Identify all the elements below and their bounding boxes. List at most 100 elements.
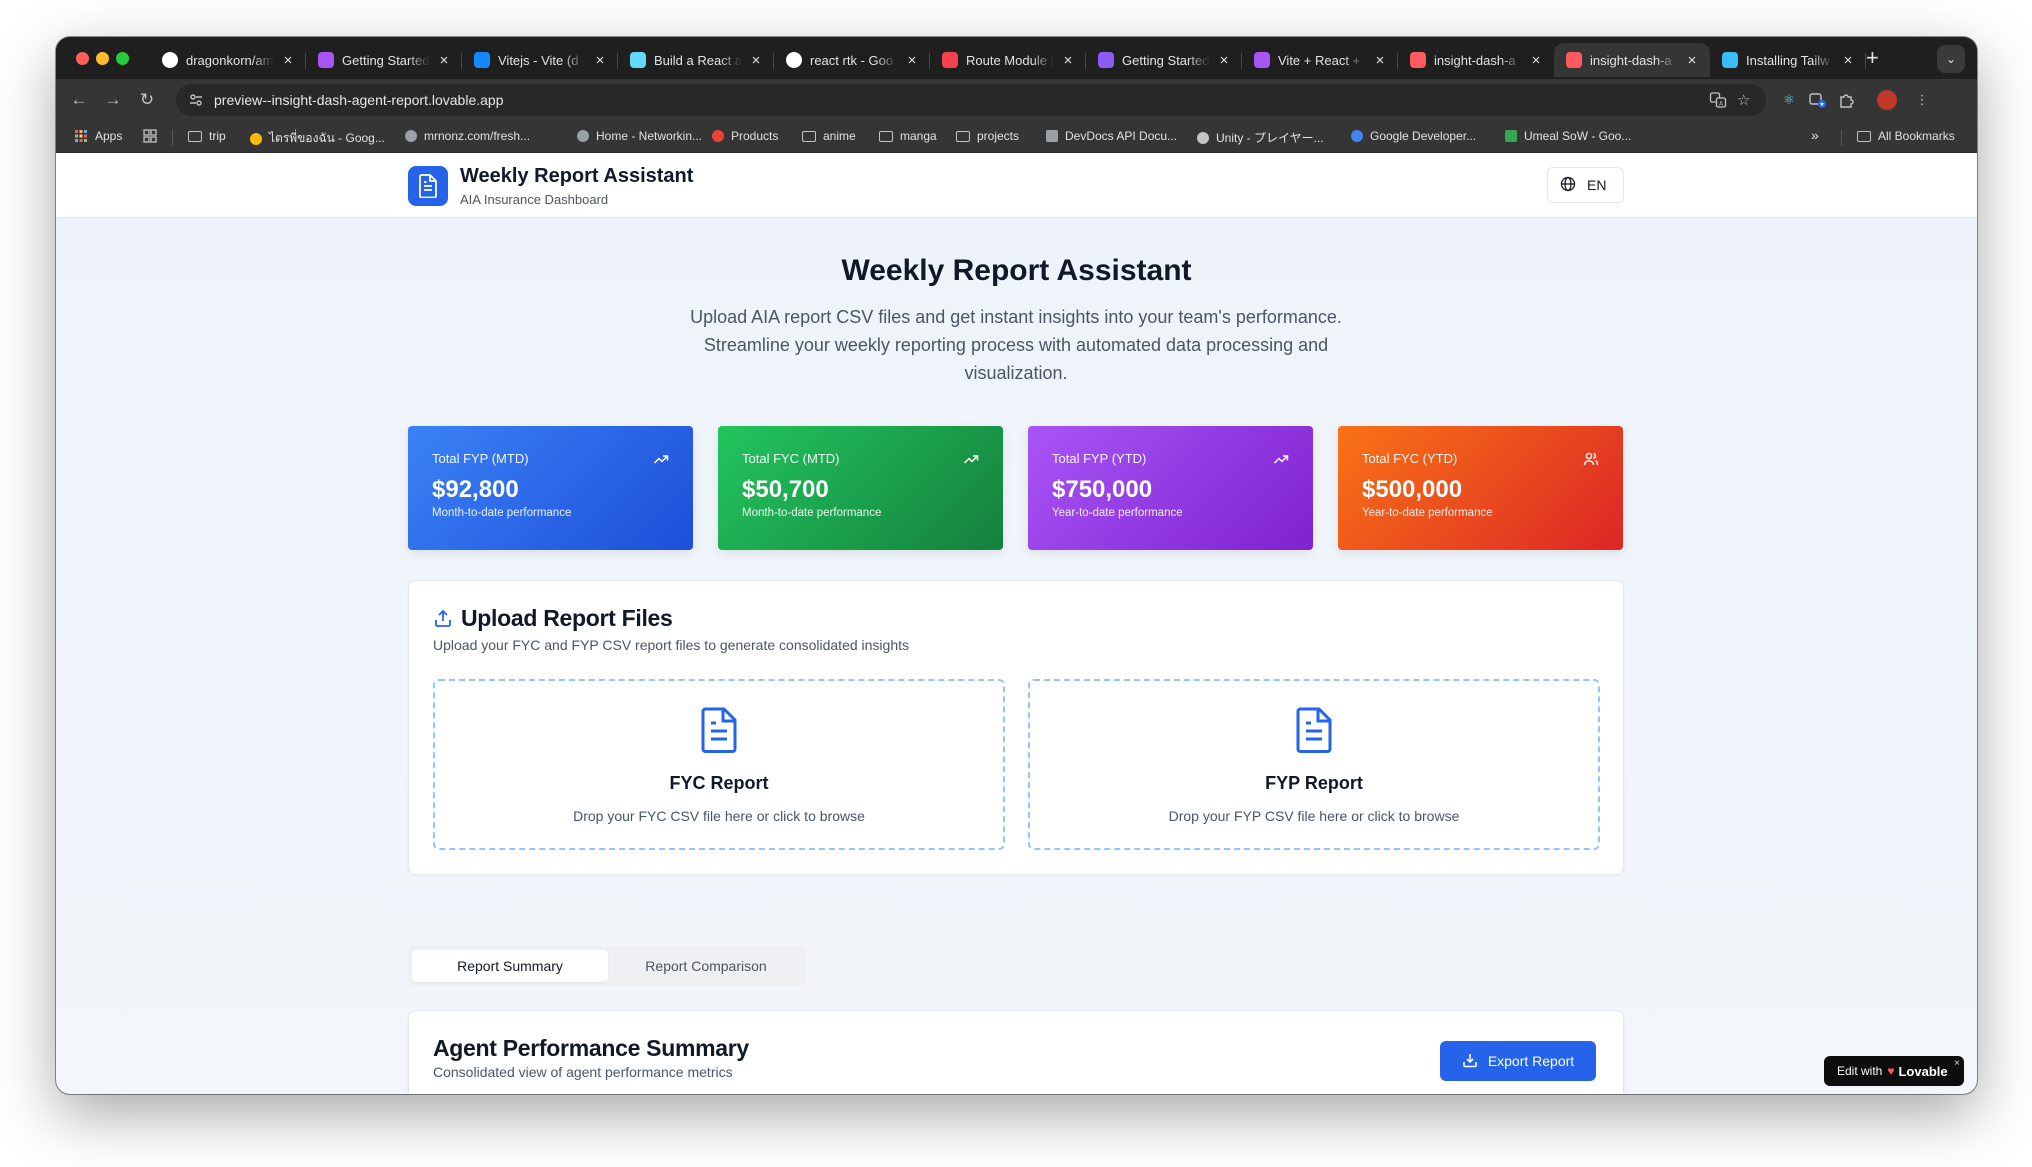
close-window-button[interactable] bbox=[76, 52, 89, 65]
browser-tab[interactable]: Installing Tailw × bbox=[1710, 43, 1866, 77]
maximize-window-button[interactable] bbox=[116, 52, 129, 65]
bookmark-star-icon[interactable]: ☆ bbox=[1737, 91, 1750, 109]
tab-title: insight-dash-a bbox=[1590, 52, 1672, 68]
tab-title: Vite + React + bbox=[1278, 52, 1361, 68]
close-tab-icon[interactable]: × bbox=[1372, 52, 1388, 69]
export-label: Export Report bbox=[1487, 1053, 1575, 1069]
language-label: EN bbox=[1587, 177, 1607, 193]
bookmark-item[interactable]: projects bbox=[956, 129, 1019, 143]
bookmark-label: ไตรพี่ของฉัน - Goog... bbox=[269, 131, 385, 145]
url-text[interactable]: preview--insight-dash-agent-report.lovab… bbox=[214, 92, 504, 108]
tab-report-comparison[interactable]: Report Comparison bbox=[608, 950, 804, 982]
profile-avatar[interactable] bbox=[1877, 90, 1897, 110]
google-icon bbox=[786, 52, 802, 68]
react-devtools-icon[interactable]: ⚛ bbox=[1779, 90, 1799, 110]
bookmark-label: Google Developer... bbox=[1370, 129, 1477, 143]
edit-with-lovable-badge[interactable]: Edit with ♥ Lovable × bbox=[1824, 1056, 1964, 1086]
reload-button[interactable]: ↻ bbox=[134, 87, 160, 113]
browser-tab[interactable]: insight-dash-a × bbox=[1554, 43, 1710, 77]
bookmarks-overflow-button[interactable]: » bbox=[1811, 127, 1819, 143]
app-header: Weekly Report Assistant AIA Insurance Da… bbox=[56, 153, 1977, 218]
bookmark-item[interactable]: manga bbox=[879, 129, 937, 143]
close-tab-icon[interactable]: × bbox=[1060, 52, 1076, 69]
github-icon bbox=[162, 52, 178, 68]
bookmark-item[interactable]: Unity - プレイヤー... bbox=[1197, 129, 1324, 146]
close-tab-icon[interactable]: × bbox=[1216, 52, 1232, 69]
close-tab-icon[interactable]: × bbox=[904, 52, 920, 69]
bookmark-label: All Bookmarks bbox=[1878, 129, 1955, 143]
stat-card: Total FYC (YTD) $500,000 Year-to-date perf… bbox=[1338, 426, 1623, 550]
browser-menu-icon[interactable]: ⋮ bbox=[1912, 90, 1932, 110]
performance-card: Agent Performance Summary Consolidated v… bbox=[408, 1010, 1624, 1094]
tab-groups-icon[interactable] bbox=[143, 129, 157, 143]
stat-label: Total FYP (YTD) bbox=[1052, 451, 1147, 466]
react-router-icon bbox=[942, 52, 958, 68]
close-tab-icon[interactable]: × bbox=[592, 52, 608, 69]
tab-report-summary[interactable]: Report Summary bbox=[412, 950, 608, 982]
browser-tabs: dragonkorn/am × Getting Started × Vitejs - V… bbox=[150, 43, 1866, 79]
tab-strip: dragonkorn/am × Getting Started × Vitejs - V… bbox=[56, 37, 1977, 79]
close-tab-icon[interactable]: × bbox=[1684, 52, 1700, 69]
minimize-window-button[interactable] bbox=[96, 52, 109, 65]
bookmark-label: Products bbox=[731, 129, 779, 143]
translate-icon[interactable]: A bbox=[1709, 91, 1727, 113]
tab-title: react rtk - Goo bbox=[810, 52, 894, 68]
trending-up-icon bbox=[963, 451, 979, 467]
extensions-puzzle-icon[interactable] bbox=[1837, 90, 1857, 110]
browser-toolbar: ← → ↻ preview--insight-dash-agent-report… bbox=[56, 79, 1977, 121]
close-tab-icon[interactable]: × bbox=[748, 52, 764, 69]
browser-tab[interactable]: react rtk - Goo × bbox=[774, 43, 930, 77]
bookmark-label: Umeal SoW - Goo... bbox=[1524, 129, 1632, 143]
browser-tab[interactable]: dragonkorn/am × bbox=[150, 43, 306, 77]
forward-button[interactable]: → bbox=[100, 87, 126, 113]
browser-tab[interactable]: Getting Started × bbox=[1086, 43, 1242, 77]
browser-tab[interactable]: insight-dash-a × bbox=[1398, 43, 1554, 77]
bookmark-item[interactable]: Products bbox=[712, 129, 778, 143]
folder-icon bbox=[879, 130, 893, 142]
badge-brand: Lovable bbox=[1898, 1063, 1948, 1079]
bookmark-item[interactable]: anime bbox=[802, 129, 856, 143]
app-subtitle: AIA Insurance Dashboard bbox=[460, 192, 609, 207]
extension-translate-icon[interactable]: ★ bbox=[1808, 90, 1828, 110]
close-tab-icon[interactable]: × bbox=[280, 52, 296, 69]
vite-icon bbox=[1254, 52, 1270, 68]
bookmark-label: DevDocs API Docu... bbox=[1065, 129, 1178, 143]
site-info-icon[interactable] bbox=[188, 92, 204, 108]
browser-tab[interactable]: Route Module | × bbox=[930, 43, 1086, 77]
stat-description: Month-to-date performance bbox=[432, 507, 572, 519]
language-button[interactable]: EN bbox=[1547, 167, 1624, 203]
bookmark-item[interactable]: mrnonz.com/fresh... bbox=[405, 129, 530, 143]
all-bookmarks-button[interactable]: All Bookmarks bbox=[1857, 129, 1955, 143]
tab-title: dragonkorn/am bbox=[186, 52, 274, 68]
bookmark-item[interactable]: Google Developer... bbox=[1351, 129, 1476, 143]
bookmark-apps[interactable]: Apps bbox=[74, 129, 122, 143]
stat-card: Total FYP (YTD) $750,000 Year-to-date perf… bbox=[1028, 426, 1313, 550]
close-tab-icon[interactable]: × bbox=[1528, 52, 1544, 69]
bookmark-label: Apps bbox=[95, 129, 123, 143]
browser-window: dragonkorn/am × Getting Started × Vitejs - V… bbox=[56, 37, 1977, 1094]
badge-close-icon[interactable]: × bbox=[1954, 1058, 1960, 1069]
bookmark-item[interactable]: ไตรพี่ของฉัน - Goog... bbox=[250, 129, 385, 148]
bookmark-item[interactable]: Home - Networkin... bbox=[577, 129, 702, 143]
address-bar[interactable]: preview--insight-dash-agent-report.lovab… bbox=[176, 84, 1766, 116]
stat-card: Total FYP (MTD) $92,800 Month-to-date perf… bbox=[408, 426, 693, 550]
browser-tab[interactable]: Vitejs - Vite (d × bbox=[462, 43, 618, 77]
bookmark-item[interactable]: Umeal SoW - Goo... bbox=[1505, 129, 1631, 143]
export-report-button[interactable]: Export Report bbox=[1440, 1041, 1596, 1081]
tab-search-button[interactable]: ⌄ bbox=[1937, 45, 1965, 73]
bookmark-item[interactable]: trip bbox=[188, 129, 226, 143]
browser-tab[interactable]: Build a React a × bbox=[618, 43, 774, 77]
close-tab-icon[interactable]: × bbox=[1840, 52, 1856, 69]
fyc-dropzone[interactable]: FYC Report Drop your FYC CSV file here o… bbox=[433, 679, 1005, 850]
browser-tab[interactable]: Vite + React + × bbox=[1242, 43, 1398, 77]
upload-card: Upload Report Files Upload your FYC and … bbox=[408, 580, 1624, 875]
browser-tab[interactable]: Getting Started × bbox=[306, 43, 462, 77]
close-tab-icon[interactable]: × bbox=[436, 52, 452, 69]
lovable-icon bbox=[1410, 52, 1426, 68]
fyp-dropzone[interactable]: FYP Report Drop your FYP CSV file here o… bbox=[1028, 679, 1600, 850]
tab-title: Getting Started bbox=[342, 52, 430, 68]
new-tab-button[interactable]: + bbox=[1866, 47, 1879, 69]
bookmark-item[interactable]: DevDocs API Docu... bbox=[1046, 129, 1177, 143]
back-button[interactable]: ← bbox=[66, 87, 92, 113]
performance-subtitle: Consolidated view of agent performance m… bbox=[433, 1064, 733, 1080]
